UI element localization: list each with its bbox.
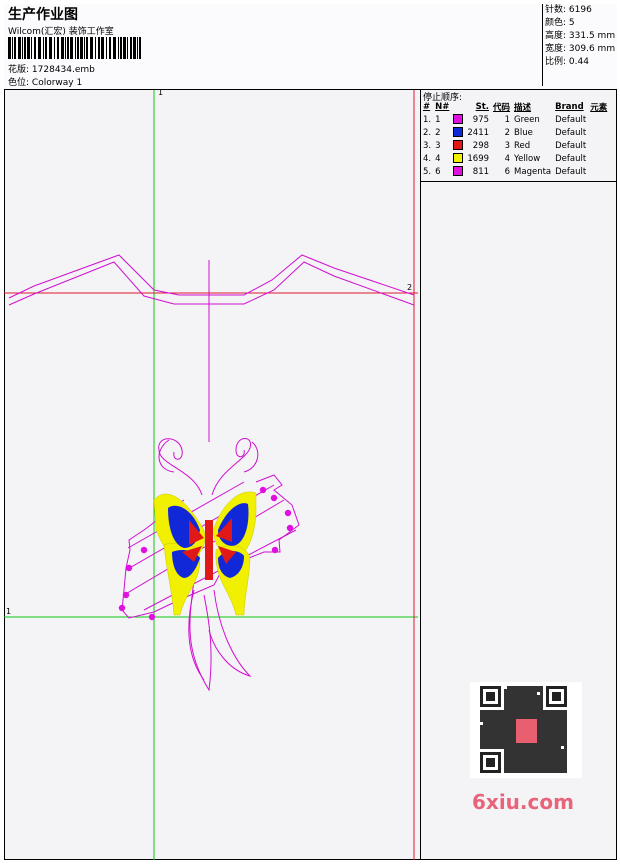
color-code: 6 <box>504 166 511 177</box>
design-label: 花版: <box>8 65 30 75</box>
element-cell <box>588 139 609 152</box>
row-number: 3. <box>423 140 432 151</box>
color-description: Magenta <box>514 166 552 177</box>
design-line: 花版: 1728434.emb <box>8 62 95 75</box>
table-row: 3. 3 298 3 Red Default <box>421 139 609 152</box>
element-cell <box>588 126 609 139</box>
watermark: 6xiu.com <box>472 790 574 814</box>
stat-stitches: 针数: 6196 <box>545 5 592 15</box>
brand-name: Default <box>555 114 587 125</box>
stat-colors: 颜色: 5 <box>545 18 575 28</box>
element-cell <box>588 113 609 126</box>
design-filename: 1728434.emb <box>31 65 95 75</box>
row-number: 1. <box>423 114 432 125</box>
brand-name: Default <box>555 140 587 151</box>
brand-name: Default <box>555 153 587 164</box>
column-header: 代码 <box>493 103 511 113</box>
stat-scale: 比例: 0.44 <box>545 57 589 67</box>
green-guide-top-label: 1 <box>158 88 164 97</box>
needle-number: 3 <box>435 140 441 151</box>
color-description: Blue <box>514 127 533 138</box>
table-row: 2. 2 2411 2 Blue Default <box>421 126 609 139</box>
colorway-line: 色位: Colorway 1 <box>8 75 82 88</box>
table-row: 1. 1 975 1 Green Default <box>421 113 609 126</box>
color-swatch <box>453 153 464 164</box>
stat-width: 宽度: 309.6 mm <box>545 44 616 54</box>
color-swatch-cell <box>451 113 465 126</box>
barcode <box>8 37 141 59</box>
color-description: Green <box>514 114 540 125</box>
element-cell <box>588 165 609 178</box>
stats-box: 针数: 6196 颜色: 5 高度: 331.5 mm 宽度: 309.6 mm… <box>542 4 617 86</box>
green-guide-left-label: 1 <box>6 607 12 616</box>
column-header: St. <box>475 102 490 112</box>
stitch-count: 975 <box>472 114 490 125</box>
stitch-count: 1699 <box>467 153 490 164</box>
company-name: Wilcom(汇宏) 装饰工作室 <box>8 27 114 37</box>
brand-name: Default <box>555 166 587 177</box>
column-header: 描述 <box>514 103 532 113</box>
color-swatch-cell <box>451 152 465 165</box>
stop-sequence-table: # N# St. 代码 描述 Brand 元素 1. 1 975 1 Green Defa… <box>421 101 609 178</box>
column-header <box>451 101 465 113</box>
color-swatch <box>453 127 464 138</box>
needle-number: 2 <box>435 127 441 138</box>
column-header: # <box>423 102 431 112</box>
stitch-count: 811 <box>472 166 490 177</box>
color-code: 1 <box>504 114 511 125</box>
color-swatch <box>453 140 464 151</box>
colorway-label: 色位: <box>8 78 30 88</box>
column-header: 元素 <box>590 103 608 113</box>
stitch-count: 298 <box>472 140 490 151</box>
color-swatch-cell <box>451 126 465 139</box>
color-swatch-cell <box>451 139 465 152</box>
color-swatch-cell <box>451 165 465 178</box>
qr-code <box>470 682 582 778</box>
table-header-row: # N# St. 代码 描述 Brand 元素 <box>421 101 609 113</box>
color-description: Red <box>514 140 531 151</box>
needle-number: 1 <box>435 114 441 125</box>
row-number: 5. <box>423 166 432 177</box>
needle-number: 4 <box>435 153 441 164</box>
colorway-value: Colorway 1 <box>31 78 83 88</box>
color-code: 4 <box>504 153 511 164</box>
stop-sequence-box: 停止顺序: # N# St. 代码 描述 Brand 元素 1. 1 975 1 Gre… <box>421 90 617 182</box>
color-swatch <box>453 166 464 177</box>
row-number: 4. <box>423 153 432 164</box>
page-title: 生产作业图 <box>8 7 78 23</box>
color-swatch <box>453 114 464 125</box>
stat-height: 高度: 331.5 mm <box>545 31 616 41</box>
worksheet-header: 生产作业图 Wilcom(汇宏) 装饰工作室 花版: 1728434.emb 色… <box>4 4 617 90</box>
brand-name: Default <box>555 127 587 138</box>
table-row: 4. 4 1699 4 Yellow Default <box>421 152 609 165</box>
table-row: 5. 6 811 6 Magenta Default <box>421 165 609 178</box>
row-number: 2. <box>423 127 432 138</box>
design-canvas[interactable]: 1 1 2 <box>4 88 418 860</box>
column-header: N# <box>435 102 450 112</box>
color-description: Yellow <box>514 153 541 164</box>
element-cell <box>588 152 609 165</box>
column-header: Brand <box>555 102 584 112</box>
red-guide-right-label: 2 <box>407 283 413 292</box>
needle-number: 6 <box>435 166 441 177</box>
embroidery-preview <box>4 90 418 860</box>
color-code: 3 <box>504 140 511 151</box>
neckline-outline <box>8 254 415 442</box>
qr-code-graphic <box>480 686 567 773</box>
color-code: 2 <box>504 127 511 138</box>
stitch-count: 2411 <box>467 127 490 138</box>
